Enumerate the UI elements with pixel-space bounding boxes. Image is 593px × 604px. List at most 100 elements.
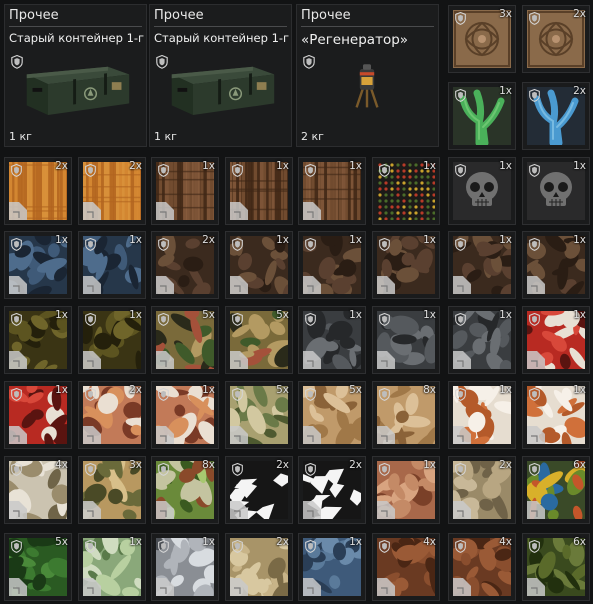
inventory-cell[interactable]: 1x [78, 533, 146, 601]
inventory-cell[interactable]: 1x [372, 157, 440, 225]
item-type-corner-icon [9, 578, 27, 596]
shield-icon [85, 313, 96, 326]
inventory-cell[interactable]: 1x [298, 231, 366, 299]
inventory-cell[interactable]: 1x [78, 231, 146, 299]
inventory-cell[interactable]: 6x [522, 456, 590, 524]
inventory-cell[interactable]: 1x [298, 157, 366, 225]
item-count: 5x [276, 309, 289, 321]
shield-icon [85, 463, 96, 476]
inventory-cell[interactable]: 3x [78, 456, 146, 524]
item-count: 1x [573, 384, 586, 396]
item-count: 1x [573, 234, 586, 246]
inventory-cell[interactable]: 2x [522, 5, 590, 73]
inventory-cell[interactable]: 8x [372, 381, 440, 449]
item-count: 8x [202, 459, 215, 471]
inventory-cell[interactable]: 5x [151, 306, 219, 374]
shield-icon [455, 313, 466, 326]
inventory-cell[interactable]: 1x [448, 157, 516, 225]
item-type-corner-icon [9, 351, 27, 369]
item-type-corner-icon [83, 578, 101, 596]
inventory-cell[interactable]: 1x [372, 231, 440, 299]
inventory-cell[interactable]: 5x [225, 306, 293, 374]
inventory-cell[interactable]: 1x [298, 533, 366, 601]
inventory-cell[interactable]: 4x [4, 456, 72, 524]
item-count: 1x [55, 309, 68, 321]
item-count: 2x [129, 384, 142, 396]
inventory-cell[interactable]: 1x [448, 231, 516, 299]
inventory-cell[interactable]: 6x [522, 533, 590, 601]
inventory-cell[interactable]: 1x [298, 306, 366, 374]
container-item-card[interactable]: Прочее Старый контейнер 1-го... 1 кг [149, 4, 292, 147]
item-count: 1x [573, 309, 586, 321]
shield-icon [305, 164, 316, 177]
item-count: 2x [349, 459, 362, 471]
item-type-corner-icon [527, 276, 545, 294]
shield-icon [455, 463, 466, 476]
divider [154, 26, 287, 27]
inventory-cell[interactable]: 2x [78, 157, 146, 225]
shield-icon [11, 238, 22, 251]
shield-icon [85, 164, 96, 177]
item-count: 3x [499, 8, 512, 20]
inventory-cell[interactable]: 2x [298, 456, 366, 524]
inventory-cell[interactable]: 1x [78, 306, 146, 374]
inventory-cell[interactable]: 1x [151, 157, 219, 225]
inventory-cell[interactable]: 2x [225, 533, 293, 601]
inventory-cell[interactable]: 1x [225, 157, 293, 225]
shield-icon [529, 313, 540, 326]
inventory-cell[interactable]: 2x [4, 157, 72, 225]
inventory-cell[interactable]: 3x [448, 5, 516, 73]
item-title: Старый контейнер 1-го... [154, 31, 289, 45]
inventory-cell[interactable]: 1x [151, 533, 219, 601]
inventory-cell[interactable]: 1x [372, 306, 440, 374]
inventory-cell[interactable]: 1x [372, 456, 440, 524]
item-count: 2x [499, 459, 512, 471]
inventory-cell[interactable]: 1x [522, 306, 590, 374]
inventory-cell[interactable]: 1x [225, 231, 293, 299]
item-title: Старый контейнер 1-го... [9, 31, 144, 45]
inventory-cell[interactable]: 5x [4, 533, 72, 601]
inventory-cell[interactable]: 2x [522, 82, 590, 150]
inventory-cell[interactable]: 2x [448, 456, 516, 524]
inventory-cell[interactable]: 1x [522, 157, 590, 225]
inventory-cell[interactable]: 1x [151, 381, 219, 449]
inventory-cell[interactable]: 2x [151, 231, 219, 299]
item-category: Прочее [301, 8, 351, 23]
inventory-cell[interactable]: 2x [225, 456, 293, 524]
shield-icon [305, 388, 316, 401]
item-type-corner-icon [83, 426, 101, 444]
inventory-cell[interactable]: 4x [372, 533, 440, 601]
shield-icon [529, 238, 540, 251]
item-type-corner-icon [377, 276, 395, 294]
shield-icon [379, 540, 390, 553]
container-item-card[interactable]: Прочее Старый контейнер 1-го... 1 кг [4, 4, 147, 147]
shield-icon [85, 238, 96, 251]
inventory-cell[interactable]: 1x [4, 381, 72, 449]
shield-icon [529, 388, 540, 401]
item-type-corner-icon [453, 578, 471, 596]
shield-icon [158, 164, 169, 177]
inventory-cell[interactable]: 1x [448, 381, 516, 449]
item-type-corner-icon [9, 276, 27, 294]
inventory-cell[interactable]: 8x [151, 456, 219, 524]
inventory-cell[interactable]: 4x [448, 533, 516, 601]
inventory-cell[interactable]: 1x [522, 231, 590, 299]
inventory-cell[interactable]: 5x [298, 381, 366, 449]
item-count: 1x [423, 309, 436, 321]
inventory-cell[interactable]: 1x [522, 381, 590, 449]
inventory-cell[interactable]: 1x [4, 231, 72, 299]
inventory-cell[interactable]: 1x [448, 306, 516, 374]
item-count: 1x [573, 160, 586, 172]
shield-icon [379, 164, 390, 177]
inventory-cell[interactable]: 1x [4, 306, 72, 374]
item-count: 1x [423, 459, 436, 471]
inventory-cell[interactable]: 2x [78, 381, 146, 449]
inventory-cell[interactable]: 1x [448, 82, 516, 150]
item-type-corner-icon [377, 578, 395, 596]
shield-icon [158, 388, 169, 401]
item-type-corner-icon [83, 351, 101, 369]
item-count: 1x [423, 160, 436, 172]
regenerator-item-card[interactable]: Прочее «Регенератор» 2 кг [296, 4, 439, 147]
inventory-cell[interactable]: 5x [225, 381, 293, 449]
item-type-corner-icon [303, 426, 321, 444]
